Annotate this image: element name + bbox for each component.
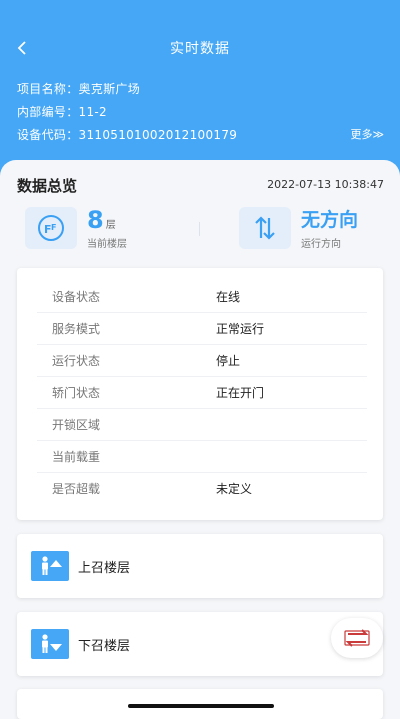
content-panel: 数据总览 2022-07-13 10:38:47 F F 8 层 当前楼层 无方… xyxy=(0,160,400,719)
status-row: 服务模式 正常运行 xyxy=(37,312,367,345)
status-row-label: 开锁区域 xyxy=(52,417,101,432)
internal-number-line: 内部编号：11-2 xyxy=(17,103,107,120)
status-row: 设备状态 在线 xyxy=(37,280,367,313)
status-row-value: 正在开门 xyxy=(216,385,265,400)
status-row: 当前载重 xyxy=(37,440,367,473)
home-indicator xyxy=(128,704,274,708)
project-name-value: 奥克斯广场 xyxy=(78,82,141,96)
floor-icon-box: F F xyxy=(25,207,77,249)
svg-text:F: F xyxy=(51,223,56,232)
status-row-value: 停止 xyxy=(216,353,241,368)
device-code-line: 设备代码：31105101002012100179 xyxy=(17,126,237,143)
status-row-label: 服务模式 xyxy=(52,321,101,336)
project-name-line: 项目名称：奥克斯广场 xyxy=(17,80,140,97)
page-title: 实时数据 xyxy=(170,41,230,57)
current-floor-value: 8 xyxy=(87,205,104,234)
more-link[interactable]: 更多≫ xyxy=(350,126,384,142)
status-card: 设备状态 在线 服务模式 正常运行 运行状态 停止 轿门状态 正在开门 开锁区域… xyxy=(17,268,383,520)
down-call-floors-label: 下召楼层 xyxy=(78,638,131,654)
swap-arrows-icon xyxy=(344,629,370,647)
status-row: 是否超载 未定义 xyxy=(37,472,367,504)
current-floor-stat: F F 8 层 当前楼层 xyxy=(25,204,127,252)
status-row-label: 运行状态 xyxy=(52,353,101,368)
internal-number-label: 内部编号： xyxy=(17,105,79,119)
direction-value: 无方向 xyxy=(301,208,359,231)
status-row: 运行状态 停止 xyxy=(37,344,367,377)
floor-icon: F F xyxy=(38,215,64,241)
direction-icon-box xyxy=(239,207,291,249)
status-row-value: 在线 xyxy=(216,289,241,304)
status-row-label: 是否超载 xyxy=(52,481,101,496)
status-row-label: 设备状态 xyxy=(52,289,101,304)
status-row: 开锁区域 xyxy=(37,408,367,441)
status-row-value: 未定义 xyxy=(216,481,253,496)
internal-number-value: 11-2 xyxy=(78,105,107,119)
stat-divider xyxy=(199,222,200,236)
status-row-label: 轿门状态 xyxy=(52,385,101,400)
down-call-floors-button[interactable]: 下召楼层 xyxy=(17,612,383,676)
person-down-icon xyxy=(31,629,69,659)
up-call-floors-label: 上召楼层 xyxy=(78,560,131,576)
overview-title: 数据总览 xyxy=(17,177,78,195)
direction-label: 运行方向 xyxy=(301,238,341,250)
device-code-value: 31105101002012100179 xyxy=(78,128,238,142)
timestamp: 2022-07-13 10:38:47 xyxy=(267,178,384,191)
switch-floating-button[interactable] xyxy=(331,618,383,658)
device-code-label: 设备代码： xyxy=(17,128,79,142)
person-up-icon xyxy=(31,551,69,581)
floor-unit: 层 xyxy=(105,219,116,231)
status-row-value: 正常运行 xyxy=(216,321,265,336)
status-row-label: 当前载重 xyxy=(52,449,101,464)
up-down-arrows-icon xyxy=(255,216,275,240)
project-name-label: 项目名称： xyxy=(17,82,79,96)
status-row: 轿门状态 正在开门 xyxy=(37,376,367,409)
direction-stat: 无方向 运行方向 xyxy=(239,204,358,252)
current-floor-label: 当前楼层 xyxy=(87,238,127,250)
up-call-floors-button[interactable]: 上召楼层 xyxy=(17,534,383,598)
